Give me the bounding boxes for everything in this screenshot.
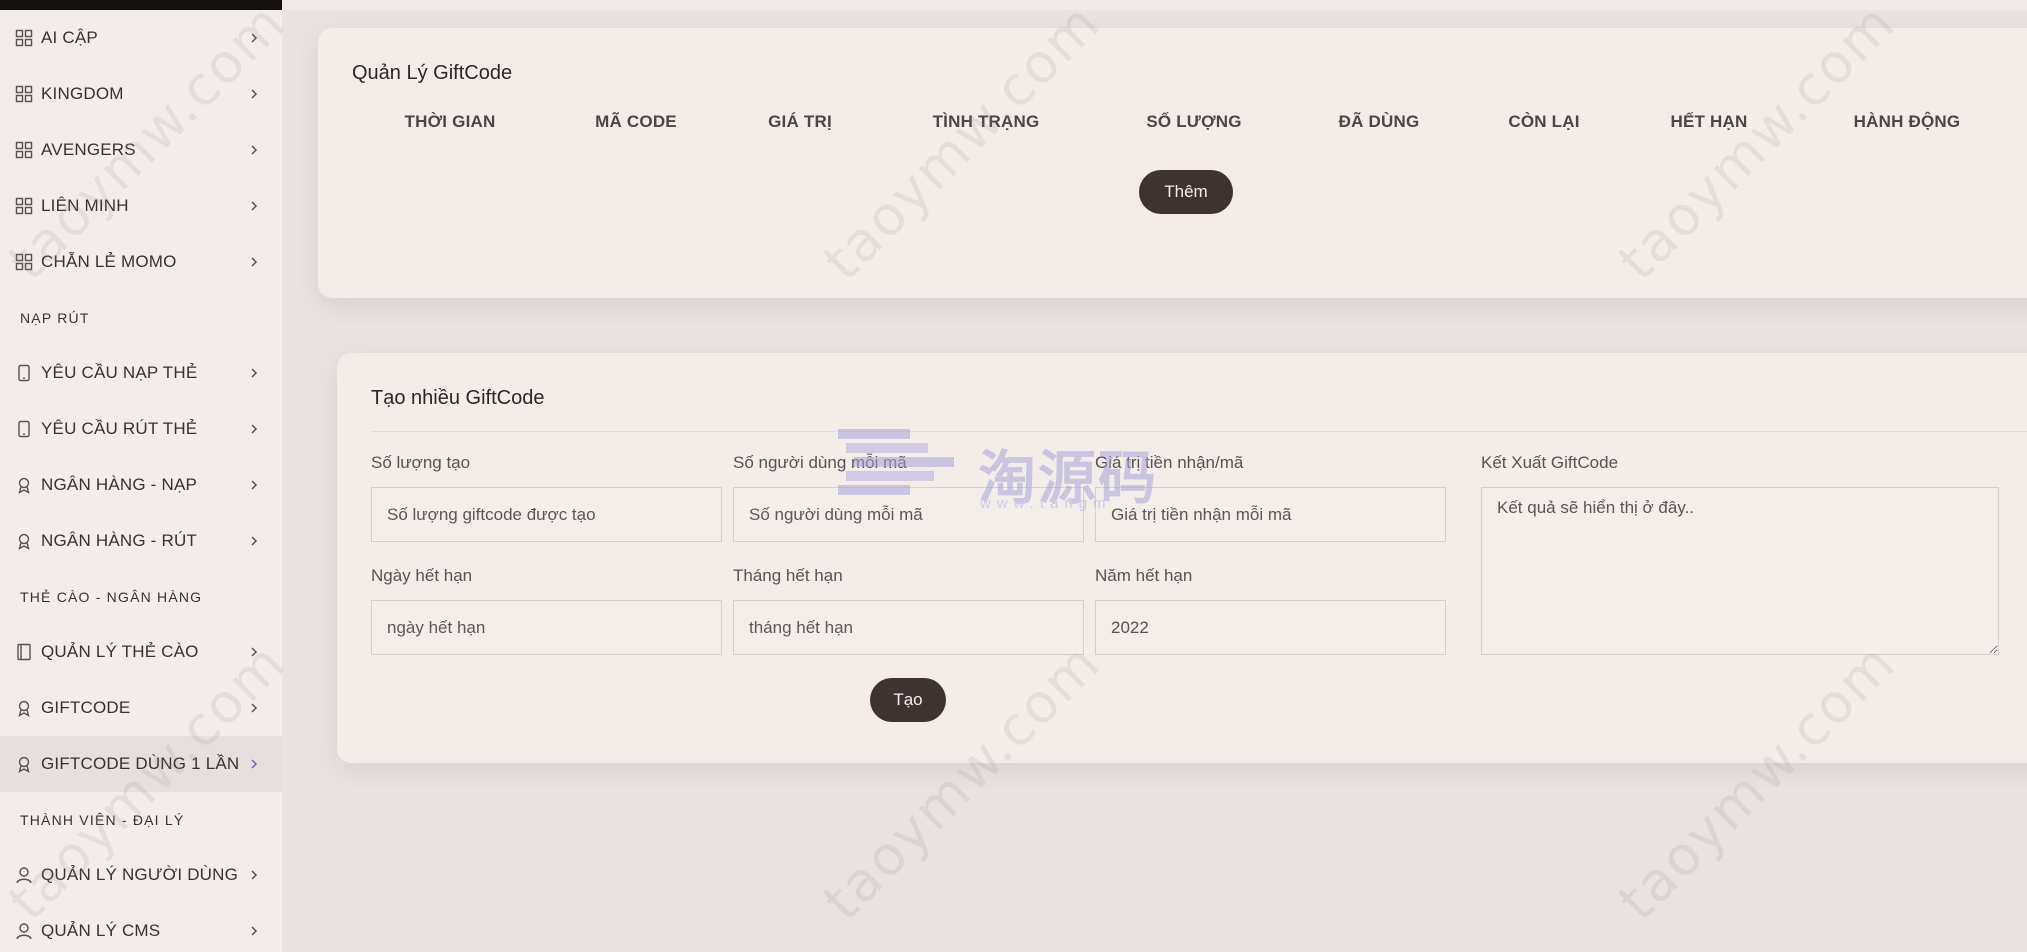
create-title: Tạo nhiều GiftCode [371, 387, 545, 409]
grid-icon [14, 84, 34, 104]
quantity-label: Số lượng tạo [371, 453, 471, 472]
chevron-right-icon [246, 142, 262, 158]
col-header-status: TÌNH TRẠNG [932, 112, 1040, 131]
award-icon [14, 698, 34, 718]
users-per-code-label: Số người dùng mỗi mã [733, 453, 907, 472]
col-header-quantity: SỐ LƯỢNG [1146, 112, 1242, 131]
grid-icon [14, 252, 34, 272]
divider [371, 431, 2027, 432]
chevron-right-icon [246, 756, 262, 772]
sidebar-item-label: NGÂN HÀNG - RÚT [41, 531, 197, 550]
sidebar-item-yeu-cau-nap-the[interactable]: YÊU CẦU NẠP THẺ [0, 345, 282, 401]
expiry-month-label: Tháng hết hạn [733, 566, 843, 585]
sidebar-item-yeu-cau-rut-the[interactable]: YÊU CẦU RÚT THẺ [0, 401, 282, 457]
chevron-right-icon [246, 477, 262, 493]
phone-icon [14, 419, 34, 439]
expiry-year-input[interactable] [1095, 600, 1446, 655]
col-header-value: GIÁ TRỊ [768, 112, 832, 131]
create-giftcode-button[interactable]: Tạo [870, 678, 946, 722]
sidebar-item-label: AVENGERS [41, 140, 136, 159]
chevron-right-icon [246, 86, 262, 102]
sidebar-item-label: CHẴN LẺ MOMO [41, 252, 177, 271]
sidebar-menu: AI CẬP KINGDOM AVENGERS LIÊN MINH CHẴN LẺ MO… [0, 10, 282, 952]
sidebar-item-label: LIÊN MINH [41, 196, 129, 215]
expiry-day-label: Ngày hết hạn [371, 566, 473, 585]
sidebar-item-chan-le-momo[interactable]: CHẴN LẺ MOMO [0, 234, 282, 290]
export-label: Kết Xuất GiftCode [1481, 453, 1619, 472]
col-header-code: MÃ CODE [595, 112, 677, 131]
award-icon [14, 531, 34, 551]
chevron-right-icon [246, 365, 262, 381]
chevron-right-icon [246, 30, 262, 46]
col-header-expiry: HẾT HẠN [1670, 112, 1748, 131]
sidebar-item-ngan-hang-nap[interactable]: NGÂN HÀNG - NẠP [0, 457, 282, 513]
sidebar-item-label: QUẢN LÝ THẺ CÀO [41, 642, 199, 661]
sidebar-item-label: GIFTCODE [41, 698, 131, 717]
giftcode-create-card: Tạo nhiều GiftCode Số lượng tạo Số người… [337, 353, 2027, 763]
grid-icon [14, 196, 34, 216]
sidebar-item-label: QUẢN LÝ CMS [41, 921, 161, 940]
add-giftcode-button[interactable]: Thêm [1139, 170, 1233, 214]
sidebar-item-ngan-hang-rut[interactable]: NGÂN HÀNG - RÚT [0, 513, 282, 569]
chevron-right-icon [246, 254, 262, 270]
phone-icon [14, 363, 34, 383]
chevron-right-icon [246, 923, 262, 939]
value-per-code-label: Giá trị tiền nhận/mã [1095, 453, 1244, 472]
user-icon [14, 921, 34, 941]
book-icon [14, 642, 34, 662]
chevron-right-icon [246, 867, 262, 883]
chevron-right-icon [246, 421, 262, 437]
value-per-code-input[interactable] [1095, 487, 1446, 542]
chevron-right-icon [246, 700, 262, 716]
sidebar-item-label: QUẢN LÝ NGƯỜI DÙNG [41, 865, 239, 884]
award-icon [14, 754, 34, 774]
award-icon [14, 475, 34, 495]
col-header-time: THỜI GIAN [404, 112, 496, 131]
chevron-right-icon [246, 533, 262, 549]
sidebar: AI CẬP KINGDOM AVENGERS LIÊN MINH CHẴN LẺ MO… [0, 0, 282, 952]
sidebar-section-the-cao: THẺ CÀO - NGÂN HÀNG [20, 588, 203, 605]
col-header-remaining: CÒN LẠI [1508, 112, 1580, 131]
users-per-code-input[interactable] [733, 487, 1084, 542]
expiry-day-input[interactable] [371, 600, 722, 655]
sidebar-item-label: NGÂN HÀNG - NẠP [41, 475, 198, 494]
sidebar-item-label: GIFTCODE DÙNG 1 LẦN [41, 754, 240, 773]
expiry-year-label: Năm hết hạn [1095, 566, 1193, 585]
sidebar-item-quan-ly-nguoi-dung[interactable]: QUẢN LÝ NGƯỜI DÙNG [0, 847, 282, 903]
sidebar-item-quan-ly-cms[interactable]: QUẢN LÝ CMS [0, 903, 282, 952]
manage-title: Quản Lý GiftCode [352, 62, 513, 84]
expiry-month-input[interactable] [733, 600, 1084, 655]
sidebar-item-kingdom[interactable]: KINGDOM [0, 66, 282, 122]
col-header-used: ĐÃ DÙNG [1338, 112, 1420, 131]
giftcode-manage-card: Quản Lý GiftCode THỜI GIAN MÃ CODE GIÁ T… [318, 28, 2027, 298]
sidebar-item-giftcode-dung-1-lan[interactable]: GIFTCODE DÙNG 1 LẦN [0, 736, 282, 792]
sidebar-item-lien-minh[interactable]: LIÊN MINH [0, 178, 282, 234]
grid-icon [14, 28, 34, 48]
export-output-textarea[interactable] [1481, 487, 1999, 655]
sidebar-item-label: YÊU CẦU RÚT THẺ [41, 419, 198, 438]
sidebar-item-label: KINGDOM [41, 84, 124, 103]
sidebar-item-label: AI CẬP [41, 28, 98, 47]
sidebar-item-avengers[interactable]: AVENGERS [0, 122, 282, 178]
top-strip [282, 0, 2027, 10]
quantity-input[interactable] [371, 487, 722, 542]
sidebar-item-label: YÊU CẦU NẠP THẺ [41, 363, 198, 382]
chevron-right-icon [246, 198, 262, 214]
chevron-right-icon [246, 644, 262, 660]
col-header-actions: HÀNH ĐỘNG [1853, 112, 1961, 131]
grid-icon [14, 140, 34, 160]
sidebar-item-ai-cap[interactable]: AI CẬP [0, 10, 282, 66]
sidebar-item-quan-ly-the-cao[interactable]: QUẢN LÝ THẺ CÀO [0, 624, 282, 680]
sidebar-item-giftcode[interactable]: GIFTCODE [0, 680, 282, 736]
user-icon [14, 865, 34, 885]
sidebar-topbar [0, 0, 282, 10]
sidebar-section-thanh-vien: THÀNH VIÊN - ĐẠI LÝ [20, 811, 185, 828]
sidebar-section-nap-rut: NẠP RÚT [20, 309, 90, 326]
